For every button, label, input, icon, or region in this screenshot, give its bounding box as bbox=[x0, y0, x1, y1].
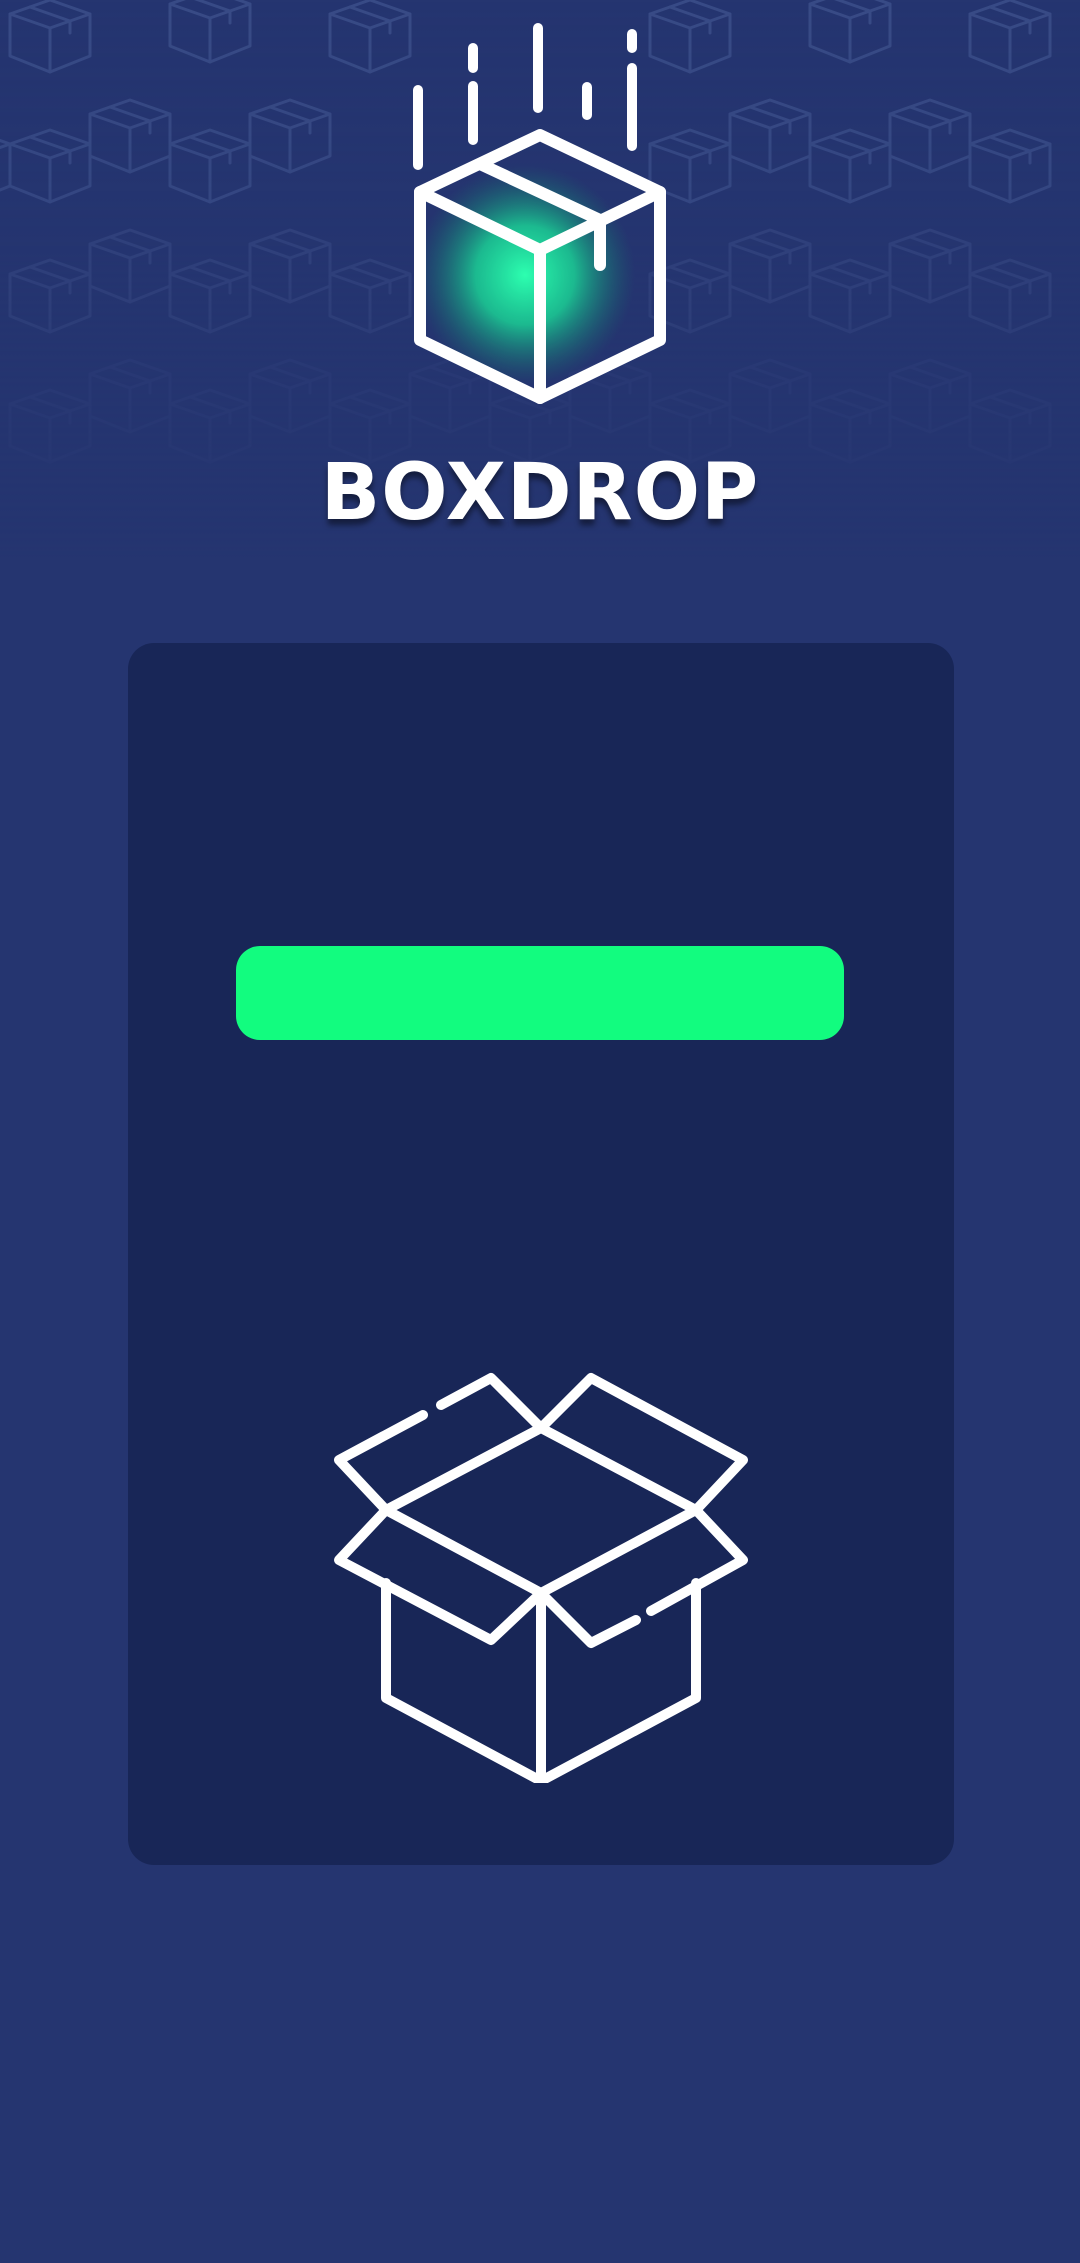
app-logo bbox=[400, 20, 680, 410]
open-box-icon bbox=[334, 1373, 748, 1786]
loading-panel bbox=[128, 643, 954, 1865]
loading-progress-bar bbox=[236, 946, 844, 1040]
app-title: BOXDROP bbox=[320, 448, 760, 538]
open-box-graphic bbox=[331, 1363, 751, 1786]
falling-box-logo-icon bbox=[413, 23, 666, 404]
